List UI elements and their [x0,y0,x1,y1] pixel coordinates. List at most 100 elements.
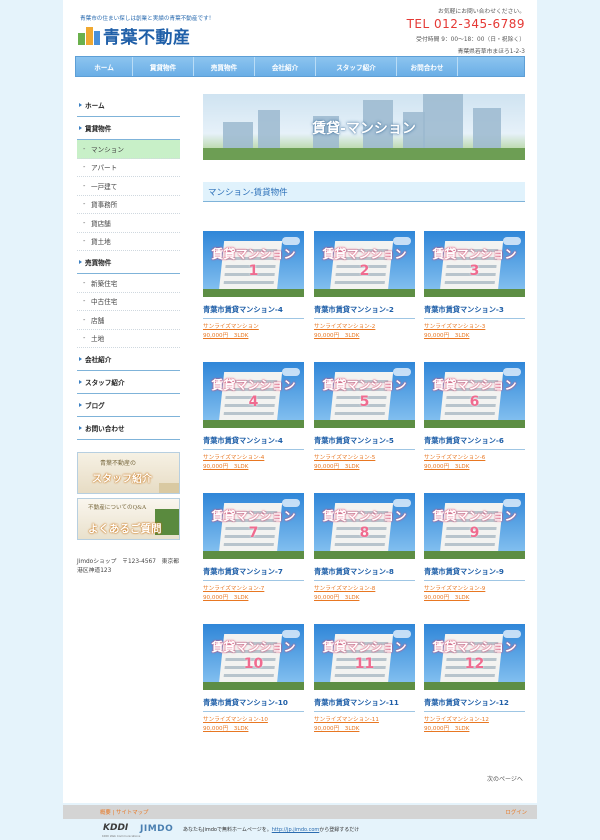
shop-address: Jimdoショップ 〒123-4567 東京都港区神道123 [77,559,180,574]
promo-link[interactable]: http://jp.jimdo.com [272,827,320,833]
property-name[interactable]: 青葉市賃貸マンション-10 [203,697,304,712]
property-card[interactable]: 賃貸マンション 5 青葉市賃貸マンション-5 サンライズマンション-5 90,000円 … [314,362,415,472]
nav-home[interactable]: ホーム [76,57,133,76]
sidebar-item-staff[interactable]: スタッフ紹介 [77,371,180,394]
sidebar-item-rental[interactable]: 賃貸物件 [77,117,180,140]
sidebar-item-home[interactable]: ホーム [77,94,180,117]
nav-sale[interactable]: 売買物件 [194,57,255,76]
footer-bar: 概要 | サイトマップ ログイン [63,805,537,819]
kddi-logo[interactable]: KDDI [103,823,128,833]
property-card[interactable]: 賃貸マンション 6 青葉市賃貸マンション-6 サンライズマンション-6 90,000円 … [424,362,525,472]
property-card[interactable]: 賃貸マンション 10 青葉市賃貸マンション-10 サンライズマンション-10 90,00… [203,624,304,734]
property-link[interactable]: サンライズマンション-7 [203,585,304,594]
property-price-link[interactable]: 90,000円 3LDK [424,332,525,341]
sidebar-subitem-store[interactable]: 店舗 [77,311,180,330]
sidebar-item-blog[interactable]: ブログ [77,394,180,417]
property-price-link[interactable]: 90,000円 3LDK [314,725,415,734]
property-link[interactable]: サンライズマンション-2 [314,323,415,332]
sidebar-subitem-land[interactable]: 貸土地 [77,233,180,251]
nav-staff[interactable]: スタッフ紹介 [316,57,397,76]
phone-number: TEL 012-345-6789 [406,17,525,31]
property-name[interactable]: 青葉市賃貸マンション-6 [424,435,525,450]
property-name[interactable]: 青葉市賃貸マンション-5 [314,435,415,450]
property-name[interactable]: 青葉市賃貸マンション-8 [314,566,415,581]
hero-title: 賃貸-マンション [312,121,416,137]
sidebar-item-sale[interactable]: 売買物件 [77,251,180,274]
property-link[interactable]: サンライズマンション-10 [203,716,304,725]
nav-company[interactable]: 会社紹介 [255,57,316,76]
property-thumbnail[interactable]: 賃貸マンション 6 [424,362,525,428]
site-logo[interactable]: 青葉不動産 [78,24,191,48]
property-thumbnail[interactable]: 賃貸マンション 10 [203,624,304,690]
login-link[interactable]: ログイン [505,808,527,816]
next-page-link[interactable]: 次のページへ [487,774,523,783]
property-card[interactable]: 賃貸マンション 7 青葉市賃貸マンション-7 サンライズマンション-7 90,000円 … [203,493,304,603]
sidebar-subitem-shop[interactable]: 貸店舗 [77,214,180,233]
property-name[interactable]: 青葉市賃貸マンション-11 [314,697,415,712]
property-thumbnail[interactable]: 賃貸マンション 9 [424,493,525,559]
property-price-link[interactable]: 90,000円 3LDK [203,594,304,603]
property-name[interactable]: 青葉市賃貸マンション-3 [424,304,525,319]
faq-banner[interactable]: 不動産についてのQ&A よくあるご質問 [77,498,180,540]
thumbnail-label: 賃貸マンション [322,640,407,654]
company-address: 青葉県若草市まほろ1-2-3 [457,49,525,55]
sidebar-subitem-house[interactable]: 一戸建て [77,177,180,196]
property-price-link[interactable]: 90,000円 3LDK [314,463,415,472]
sidebar-subitem-used-house[interactable]: 中古住宅 [77,293,180,311]
property-name[interactable]: 青葉市賃貸マンション-12 [424,697,525,712]
thumbnail-number: 1 [248,263,259,279]
sidebar-item-contact[interactable]: お問い合わせ [77,417,180,440]
property-thumbnail[interactable]: 賃貸マンション 5 [314,362,415,428]
nav-rental[interactable]: 賃貸物件 [133,57,194,76]
property-price-link[interactable]: 90,000円 3LDK [314,332,415,341]
sidebar-subitem-new-house[interactable]: 新築住宅 [77,274,180,293]
property-price-link[interactable]: 90,000円 3LDK [424,463,525,472]
property-card[interactable]: 賃貸マンション 3 青葉市賃貸マンション-3 サンライズマンション-3 90,000円 … [424,231,525,341]
property-card[interactable]: 賃貸マンション 9 青葉市賃貸マンション-9 サンライズマンション-9 90,000円 … [424,493,525,603]
property-price-link[interactable]: 90,000円 3LDK [203,332,304,341]
property-link[interactable]: サンライズマンション-6 [424,454,525,463]
footer-links[interactable]: 概要 | サイトマップ [100,808,148,816]
property-name[interactable]: 青葉市賃貸マンション-9 [424,566,525,581]
property-link[interactable]: サンライズマンション-4 [203,454,304,463]
property-name[interactable]: 青葉市賃貸マンション-4 [203,435,304,450]
property-link[interactable]: サンライズマンション [203,323,304,332]
staff-banner[interactable]: 青葉不動産の スタッフ紹介 [77,452,180,494]
thumbnail-label: 賃貸マンション [432,378,517,392]
jimdo-logo[interactable]: JIMDO [140,824,173,834]
property-price-link[interactable]: 90,000円 3LDK [203,463,304,472]
property-name[interactable]: 青葉市賃貸マンション-7 [203,566,304,581]
property-thumbnail[interactable]: 賃貸マンション 3 [424,231,525,297]
nav-contact[interactable]: お問合わせ [397,57,458,76]
property-thumbnail[interactable]: 賃貸マンション 8 [314,493,415,559]
property-thumbnail[interactable]: 賃貸マンション 1 [203,231,304,297]
property-link[interactable]: サンライズマンション-8 [314,585,415,594]
property-link[interactable]: サンライズマンション-5 [314,454,415,463]
property-card[interactable]: 賃貸マンション 2 青葉市賃貸マンション-2 サンライズマンション-2 90,000円 … [314,231,415,341]
property-name[interactable]: 青葉市賃貸マンション-4 [203,304,304,319]
property-card[interactable]: 賃貸マンション 11 青葉市賃貸マンション-11 サンライズマンション-11 90,00… [314,624,415,734]
property-link[interactable]: サンライズマンション-9 [424,585,525,594]
property-thumbnail[interactable]: 賃貸マンション 4 [203,362,304,428]
property-thumbnail[interactable]: 賃貸マンション 11 [314,624,415,690]
property-price-link[interactable]: 90,000円 3LDK [424,725,525,734]
sidebar-item-company[interactable]: 会社紹介 [77,348,180,371]
property-card[interactable]: 賃貸マンション 4 青葉市賃貸マンション-4 サンライズマンション-4 90,000円 … [203,362,304,472]
property-thumbnail[interactable]: 賃貸マンション 12 [424,624,525,690]
property-link[interactable]: サンライズマンション-11 [314,716,415,725]
property-link[interactable]: サンライズマンション-12 [424,716,525,725]
sidebar-subitem-office[interactable]: 貸事務所 [77,196,180,214]
property-card[interactable]: 賃貸マンション 1 青葉市賃貸マンション-4 サンライズマンション 90,000円 3L… [203,231,304,341]
property-price-link[interactable]: 90,000円 3LDK [424,594,525,603]
sidebar-subitem-sale-land[interactable]: 土地 [77,330,180,348]
property-thumbnail[interactable]: 賃貸マンション 2 [314,231,415,297]
property-card[interactable]: 賃貸マンション 12 青葉市賃貸マンション-12 サンライズマンション-12 90,00… [424,624,525,734]
sidebar-subitem-apartment[interactable]: アパート [77,159,180,177]
property-price-link[interactable]: 90,000円 3LDK [314,594,415,603]
property-name[interactable]: 青葉市賃貸マンション-2 [314,304,415,319]
property-link[interactable]: サンライズマンション-3 [424,323,525,332]
property-thumbnail[interactable]: 賃貸マンション 7 [203,493,304,559]
property-card[interactable]: 賃貸マンション 8 青葉市賃貸マンション-8 サンライズマンション-8 90,000円 … [314,493,415,603]
property-price-link[interactable]: 90,000円 3LDK [203,725,304,734]
sidebar-subitem-mansion[interactable]: マンション [77,140,180,159]
